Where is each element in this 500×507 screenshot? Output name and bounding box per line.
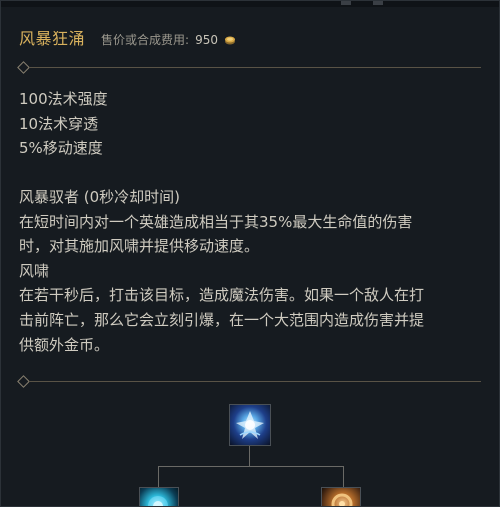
passive-line: 在短时间内对一个英雄造成相当于其35%最大生命值的伤害 bbox=[19, 212, 413, 231]
stormsurge-item-icon[interactable] bbox=[229, 404, 271, 446]
tree-connector bbox=[343, 466, 344, 487]
cutoff-marker bbox=[341, 1, 351, 5]
cutoff-marker bbox=[373, 1, 383, 5]
divider-diamond-icon bbox=[17, 375, 30, 388]
passive-line: 时，对其施加风啸并提供移动速度。 bbox=[19, 237, 260, 256]
passive-description: 风暴驭者 (0秒冷却时间) 在短时间内对一个英雄造成相当于其35%最大生命值的伤… bbox=[19, 185, 489, 357]
passive-title: 风暴驭者 (0秒冷却时间) bbox=[19, 188, 181, 206]
lost-chapter-like-icon[interactable] bbox=[139, 487, 179, 506]
cost-value: 950 bbox=[195, 33, 218, 47]
stat-line: 10法术穿透 bbox=[19, 114, 99, 133]
stat-line: 5%移动速度 bbox=[19, 139, 103, 158]
item-name: 风暴狂涌 bbox=[19, 29, 86, 48]
tree-connector bbox=[158, 466, 344, 467]
stats-list: 100法术强度 10法术穿透 5%移动速度 bbox=[19, 87, 489, 161]
tooltip-header: 风暴狂涌 售价或合成费用: 950 bbox=[19, 25, 236, 49]
passive-subtitle: 风啸 bbox=[19, 261, 50, 280]
divider-line bbox=[29, 381, 481, 382]
section-divider bbox=[17, 375, 481, 388]
stat-line: 100法术强度 bbox=[19, 90, 108, 108]
gold-coin-icon bbox=[224, 30, 236, 45]
passive-line: 供额外金币。 bbox=[19, 335, 110, 354]
top-cutoff-strip bbox=[1, 1, 499, 7]
tree-connector bbox=[249, 446, 250, 466]
divider-diamond-icon bbox=[17, 61, 30, 74]
divider-line bbox=[29, 67, 481, 68]
cost-label: 售价或合成费用: bbox=[101, 33, 190, 47]
section-divider bbox=[17, 61, 481, 74]
build-tree bbox=[1, 401, 499, 506]
item-tooltip-panel: 风暴狂涌 售价或合成费用: 950 100法术强度 10法术穿透 5%移动速度 … bbox=[0, 0, 500, 507]
blasting-wand-like-icon[interactable] bbox=[321, 487, 361, 506]
passive-line: 在若干秒后，打击该目标，造成魔法伤害。如果一个敌人在打 bbox=[19, 286, 425, 305]
passive-line: 击前阵亡，那么它会立刻引爆，在一个大范围内造成伤害并提 bbox=[19, 310, 425, 329]
tree-connector bbox=[158, 466, 159, 487]
